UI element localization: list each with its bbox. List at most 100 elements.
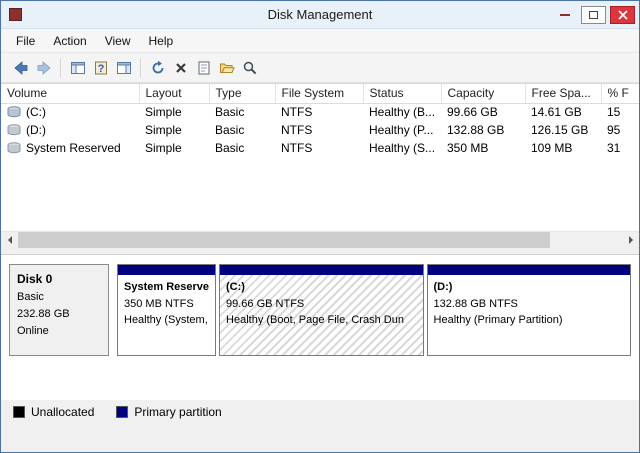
volume-row-c[interactable]: (C:) Simple Basic NTFS Healthy (B... 99.… — [1, 103, 639, 121]
column-header-free-space[interactable]: Free Spa... — [525, 84, 602, 104]
graphical-view: Disk 0 Basic 232.88 GB Online System Res… — [1, 254, 639, 400]
caption-buttons — [552, 5, 635, 24]
volume-table: Volume Layout Type File System Status Ca… — [1, 84, 639, 157]
open-folder-icon — [219, 63, 235, 73]
cell-type: Basic — [215, 105, 245, 120]
action-pane-button[interactable] — [112, 56, 135, 79]
refresh-icon — [152, 60, 163, 73]
column-header-layout[interactable]: Layout — [139, 84, 210, 104]
legend-label: Primary partition — [134, 405, 222, 419]
partition-color-bar — [220, 265, 423, 275]
partition-color-bar — [118, 265, 216, 275]
scrollbar-track[interactable] — [18, 232, 622, 248]
disk-status: Online — [17, 324, 49, 337]
partition-name: (C:) — [226, 281, 245, 293]
disk-0-info[interactable]: Disk 0 Basic 232.88 GB Online — [9, 264, 109, 356]
column-header-capacity[interactable]: Capacity — [441, 84, 526, 104]
toolbar-separator — [60, 57, 61, 78]
column-header-volume[interactable]: Volume — [1, 84, 140, 104]
toolbar-separator — [140, 57, 141, 78]
menu-bar: File Action View Help — [1, 29, 639, 53]
partition-name: System Reserve — [124, 281, 210, 293]
disk-0-row: Disk 0 Basic 232.88 GB Online System Res… — [9, 264, 632, 356]
volume-name: (D:) — [26, 123, 46, 137]
volume-name: (C:) — [26, 105, 46, 120]
console-tree-button[interactable] — [66, 56, 89, 79]
minimize-icon — [559, 13, 570, 16]
menu-action[interactable]: Action — [44, 31, 95, 51]
disk-capacity: 232.88 GB — [17, 307, 70, 320]
cell-capacity: 99.66 GB — [447, 105, 498, 120]
properties-icon — [198, 61, 209, 74]
horizontal-scrollbar[interactable] — [1, 231, 639, 248]
back-button[interactable] — [9, 56, 32, 79]
minimize-button[interactable] — [552, 6, 577, 24]
volume-row-d[interactable]: (D:) Simple Basic NTFS Healthy (P... 132… — [1, 121, 639, 139]
partition-size: 99.66 GB NTFS — [226, 297, 305, 310]
legend-item-primary-partition: Primary partition — [116, 405, 222, 419]
column-header-pct-free[interactable]: % F — [601, 84, 639, 104]
column-header-file-system[interactable]: File System — [275, 84, 364, 104]
close-button[interactable] — [610, 5, 635, 24]
cell-file-system: NTFS — [281, 141, 313, 155]
forward-button[interactable] — [32, 56, 55, 79]
cell-free-space: 126.15 GB — [531, 123, 589, 137]
table-header-row: Volume Layout Type File System Status Ca… — [1, 84, 639, 104]
window-icon[interactable] — [9, 8, 22, 21]
scroll-right-icon — [628, 236, 633, 244]
column-header-type[interactable]: Type — [209, 84, 276, 104]
menu-file[interactable]: File — [7, 31, 44, 51]
scroll-left-button[interactable] — [1, 232, 18, 248]
volume-name: System Reserved — [26, 141, 121, 155]
console-tree-icon — [70, 61, 85, 74]
cell-free-space: 14.61 GB — [531, 105, 582, 120]
cell-pct-free: 15 — [607, 105, 621, 120]
cell-type: Basic — [215, 123, 245, 137]
primary-partition-swatch — [116, 406, 129, 418]
cell-layout: Simple — [145, 141, 182, 155]
partitions: System Reserve 350 MB NTFS Healthy (Syst… — [117, 264, 632, 356]
titlebar[interactable]: Disk Management — [1, 1, 639, 29]
help-button[interactable]: ? — [89, 56, 112, 79]
cell-capacity: 350 MB — [447, 141, 489, 155]
volume-icon — [7, 106, 21, 118]
partition-color-bar — [427, 265, 631, 275]
volume-icon — [7, 124, 21, 136]
bottom-spacer — [1, 424, 639, 452]
scroll-right-button[interactable] — [622, 232, 639, 248]
partition-status: Healthy (System, — [124, 314, 208, 326]
partition-status: Healthy (Primary Partition) — [433, 314, 563, 326]
search-icon — [243, 61, 256, 74]
toolbar: ? — [1, 53, 639, 83]
disk-name: Disk 0 — [17, 272, 53, 286]
action-pane-icon — [116, 61, 131, 74]
legend-label: Unallocated — [31, 405, 95, 419]
open-folder-button[interactable] — [215, 56, 238, 79]
partition-d[interactable]: (D:) 132.88 GB NTFS Healthy (Primary Par… — [426, 264, 632, 356]
maximize-button[interactable] — [581, 5, 606, 24]
find-button[interactable] — [238, 56, 261, 79]
cell-status: Healthy (P... — [369, 123, 434, 137]
delete-volume-button[interactable] — [169, 56, 192, 79]
menu-help[interactable]: Help — [140, 31, 183, 51]
cell-layout: Simple — [145, 123, 182, 137]
refresh-button[interactable] — [146, 56, 169, 79]
column-header-status[interactable]: Status — [363, 84, 442, 104]
menu-view[interactable]: View — [96, 31, 140, 51]
cell-layout: Simple — [145, 105, 182, 120]
cell-capacity: 132.88 GB — [447, 123, 505, 137]
cell-file-system: NTFS — [281, 123, 313, 137]
properties-button[interactable] — [192, 56, 215, 79]
partition-size: 132.88 GB NTFS — [433, 297, 518, 310]
unallocated-swatch — [13, 406, 25, 418]
partition-system-reserved[interactable]: System Reserve 350 MB NTFS Healthy (Syst… — [117, 264, 217, 356]
cell-status: Healthy (S... — [369, 141, 436, 155]
close-icon — [617, 9, 628, 20]
help-icon: ? — [94, 61, 107, 75]
volume-row-system-reserved[interactable]: System Reserved Simple Basic NTFS Health… — [1, 139, 639, 157]
forward-icon — [37, 60, 51, 75]
svg-text:?: ? — [97, 63, 104, 75]
scrollbar-thumb[interactable] — [18, 232, 550, 248]
maximize-icon — [589, 10, 598, 19]
partition-c[interactable]: (C:) 99.66 GB NTFS Healthy (Boot, Page F… — [219, 264, 424, 356]
